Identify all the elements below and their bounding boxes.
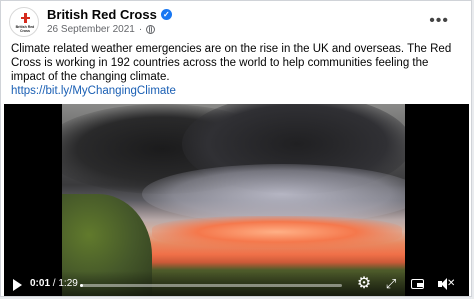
progress-bar[interactable] (80, 284, 342, 287)
globe-icon (146, 25, 156, 34)
page-avatar[interactable]: British Red Cross (9, 7, 39, 37)
duration: 1:29 (58, 278, 78, 289)
post-header: British Red Cross British Red Cross ✓ 26… (9, 7, 463, 39)
muted-speaker-icon[interactable]: ✕ (437, 276, 455, 292)
picture-in-picture-icon[interactable] (410, 276, 426, 292)
page-name[interactable]: British Red Cross (47, 7, 157, 22)
post-link[interactable]: https://bit.ly/MyChangingClimate (11, 84, 465, 98)
avatar-logo-text: British Red Cross (15, 25, 35, 33)
post-date[interactable]: 26 September 2021 (47, 24, 135, 35)
facebook-post-card: British Red Cross British Red Cross ✓ 26… (0, 0, 472, 297)
post-text: Climate related weather emergencies are … (11, 42, 465, 98)
video-frame-wildfire (62, 104, 405, 296)
video-controls: 0:01 / 1:29 ⚙ ⤢ ✕ (4, 271, 469, 296)
video-time: 0:01 / 1:29 (30, 278, 78, 289)
play-icon[interactable] (13, 279, 22, 291)
gear-icon[interactable]: ⚙ (356, 276, 372, 292)
video-player[interactable]: 0:01 / 1:29 ⚙ ⤢ ✕ (4, 104, 469, 296)
progress-fill (80, 284, 83, 287)
expand-icon[interactable]: ⤢ (383, 276, 399, 292)
post-meta: 26 September 2021 · (47, 24, 156, 35)
verified-badge-icon: ✓ (160, 9, 172, 20)
red-cross-logo-icon (21, 13, 30, 25)
current-time: 0:01 (30, 278, 51, 289)
post-body: Climate related weather emergencies are … (11, 43, 452, 83)
page-name-row: British Red Cross ✓ (47, 7, 172, 22)
more-options-icon[interactable]: ••• (429, 13, 449, 29)
